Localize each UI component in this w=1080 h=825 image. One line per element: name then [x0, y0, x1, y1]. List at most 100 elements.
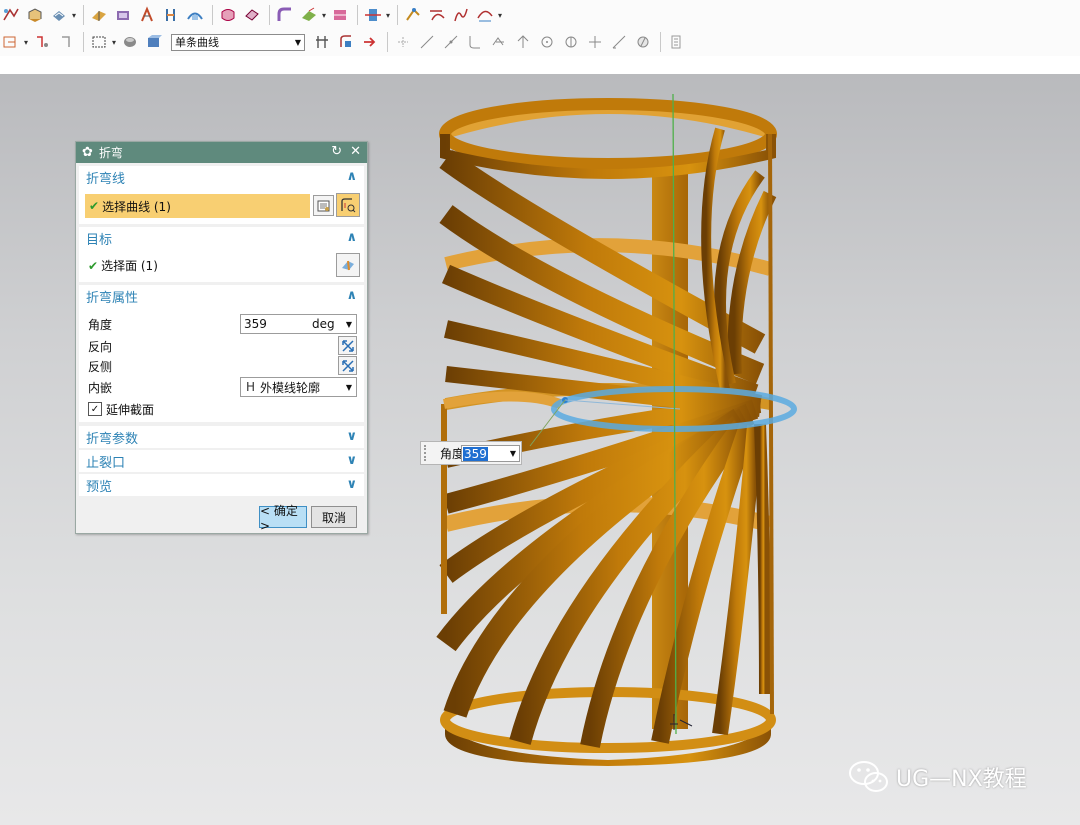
- section-relief[interactable]: 止裂口 ∨: [79, 450, 364, 472]
- angle-onscreen-input[interactable]: 角度 359 ▼: [420, 441, 522, 465]
- watermark: UG—NX教程: [848, 758, 1027, 796]
- watermark-text: UG—NX教程: [896, 767, 1027, 792]
- reverse-side-button[interactable]: [338, 356, 357, 375]
- snap-control-icon[interactable]: [464, 31, 486, 53]
- arc-icon[interactable]: [474, 4, 496, 26]
- angle-input[interactable]: 359 deg ▼: [240, 314, 357, 334]
- sketch-icon[interactable]: [0, 4, 22, 26]
- ok-button[interactable]: < 确定 >: [259, 504, 307, 533]
- dropdown-arrow-icon[interactable]: ▾: [24, 38, 28, 47]
- snap-intersection-icon[interactable]: [488, 31, 510, 53]
- arrow-right-icon[interactable]: [359, 31, 381, 53]
- chamfer-icon[interactable]: [112, 4, 134, 26]
- snap-tangent-icon[interactable]: [512, 31, 534, 53]
- snap-on-curve-icon[interactable]: [608, 31, 630, 53]
- checkmark-icon: ✔: [88, 258, 99, 273]
- section-bend-line: 折弯线 ∧ ✔ 选择曲线 (1): [79, 166, 364, 224]
- checkmark-icon: ✔: [89, 199, 100, 213]
- chevron-down-icon[interactable]: ▼: [510, 449, 516, 458]
- gear-icon: ✿: [82, 145, 93, 160]
- box-select-icon[interactable]: [88, 31, 110, 53]
- snap-endpoint-icon[interactable]: [392, 31, 414, 53]
- extrude-icon[interactable]: [24, 4, 46, 26]
- curve-icon[interactable]: [426, 4, 448, 26]
- extend-section-row: ✓ 延伸截面: [79, 399, 364, 419]
- section-bend-line-header[interactable]: 折弯线 ∧: [79, 166, 364, 188]
- dropdown-arrow-icon[interactable]: ▾: [112, 38, 116, 47]
- chevron-down-icon[interactable]: ∨: [346, 453, 357, 468]
- curve-rule-select[interactable]: 单条曲线 ▼: [171, 33, 306, 51]
- chevron-up-icon[interactable]: ∧: [346, 169, 357, 184]
- toolbar-row-features: ▾ ▾ ▾ ▾: [0, 2, 505, 28]
- dialog-titlebar[interactable]: ✿ 折弯 ↻ ✕: [76, 142, 367, 163]
- sweep-icon[interactable]: [184, 4, 206, 26]
- section-preview[interactable]: 预览 ∨: [79, 474, 364, 496]
- chevron-down-icon[interactable]: ▼: [346, 383, 352, 392]
- dropdown-arrow-icon[interactable]: ▾: [498, 11, 502, 20]
- toolbar-separator: [83, 5, 85, 25]
- move-face-icon[interactable]: [362, 4, 384, 26]
- blend-icon[interactable]: [88, 4, 110, 26]
- dropdown-arrow-icon[interactable]: ▾: [322, 11, 326, 20]
- chevron-down-icon[interactable]: ∨: [346, 429, 357, 444]
- angle-value[interactable]: 359: [244, 317, 267, 331]
- extend-section-checkbox[interactable]: ✓: [88, 402, 102, 416]
- snap-midpoint-icon[interactable]: [440, 31, 462, 53]
- chevron-up-icon[interactable]: ∧: [346, 288, 357, 303]
- angle-label: 角度: [88, 317, 113, 332]
- bend-dialog: ✿ 折弯 ↻ ✕ 折弯线 ∧ ✔ 选择曲线 (1) 目标 ∧ ✔ 选择面 (1)…: [75, 141, 368, 534]
- face-select-button[interactable]: [336, 253, 360, 277]
- section-bend-params[interactable]: 折弯参数 ∨: [79, 426, 364, 448]
- dropdown-arrow-icon[interactable]: ▾: [386, 11, 390, 20]
- reset-icon[interactable]: ↻: [331, 144, 342, 159]
- section-bend-properties: 折弯属性 ∧ 角度 359 deg ▼ 反向 反侧 内嵌 H 外模线轮廓 ▼ ✓…: [79, 285, 364, 422]
- snap-quadrant-icon[interactable]: [560, 31, 582, 53]
- unite-icon[interactable]: [217, 4, 239, 26]
- snap-settings-icon[interactable]: [665, 31, 687, 53]
- dropdown-arrow-icon[interactable]: ▾: [72, 11, 76, 20]
- toolbar-separator: [357, 5, 359, 25]
- section-preview-header[interactable]: 预览 ∨: [79, 474, 364, 496]
- offset-icon[interactable]: [298, 4, 320, 26]
- solid-body-icon[interactable]: [119, 31, 141, 53]
- section-relief-title: 止裂口: [86, 455, 126, 471]
- follow-fillet-icon[interactable]: [335, 31, 357, 53]
- angle-popup-value[interactable]: 359: [463, 446, 488, 461]
- chevron-down-icon[interactable]: ▼: [346, 320, 352, 329]
- chevron-down-icon[interactable]: ∨: [346, 477, 357, 492]
- snap-point-icon[interactable]: [31, 31, 53, 53]
- select-curve-row[interactable]: ✔ 选择曲线 (1): [85, 194, 310, 218]
- section-target-header[interactable]: 目标 ∧: [79, 227, 364, 249]
- draft-icon[interactable]: [160, 4, 182, 26]
- shell-icon[interactable]: [136, 4, 158, 26]
- feature-body-icon[interactable]: [143, 31, 165, 53]
- sketch-section-button[interactable]: [313, 195, 334, 216]
- section-bend-properties-header[interactable]: 折弯属性 ∧: [79, 285, 364, 307]
- curve-select-button[interactable]: [336, 193, 360, 217]
- inset-prefix-icon: H: [246, 380, 256, 394]
- chevron-up-icon[interactable]: ∧: [346, 230, 357, 245]
- snap-on-face-icon[interactable]: [632, 31, 654, 53]
- cancel-button[interactable]: 取消: [311, 506, 357, 528]
- angle-row: 角度 359 deg ▼: [79, 314, 364, 334]
- section-bend-params-header[interactable]: 折弯参数 ∨: [79, 426, 364, 448]
- trim-icon[interactable]: [329, 4, 351, 26]
- select-face-row[interactable]: ✔ 选择面 (1): [79, 255, 364, 275]
- drag-handle-icon[interactable]: [424, 445, 432, 461]
- deselect-icon[interactable]: [55, 31, 77, 53]
- reverse-direction-button[interactable]: [338, 336, 357, 355]
- spline-icon[interactable]: [450, 4, 472, 26]
- sheet-icon[interactable]: [241, 4, 263, 26]
- section-relief-header[interactable]: 止裂口 ∨: [79, 450, 364, 472]
- revolve-icon[interactable]: [48, 4, 70, 26]
- bend-icon[interactable]: [274, 4, 296, 26]
- inset-select[interactable]: H 外模线轮廓 ▼: [240, 377, 357, 397]
- snap-center-icon[interactable]: [536, 31, 558, 53]
- close-icon[interactable]: ✕: [350, 144, 361, 159]
- angle-popup-field[interactable]: 359 ▼: [461, 445, 520, 462]
- measure-icon[interactable]: [402, 4, 424, 26]
- snap-line-icon[interactable]: [416, 31, 438, 53]
- stop-at-intersection-icon[interactable]: [311, 31, 333, 53]
- select-filter-icon[interactable]: [0, 31, 22, 53]
- snap-existing-point-icon[interactable]: [584, 31, 606, 53]
